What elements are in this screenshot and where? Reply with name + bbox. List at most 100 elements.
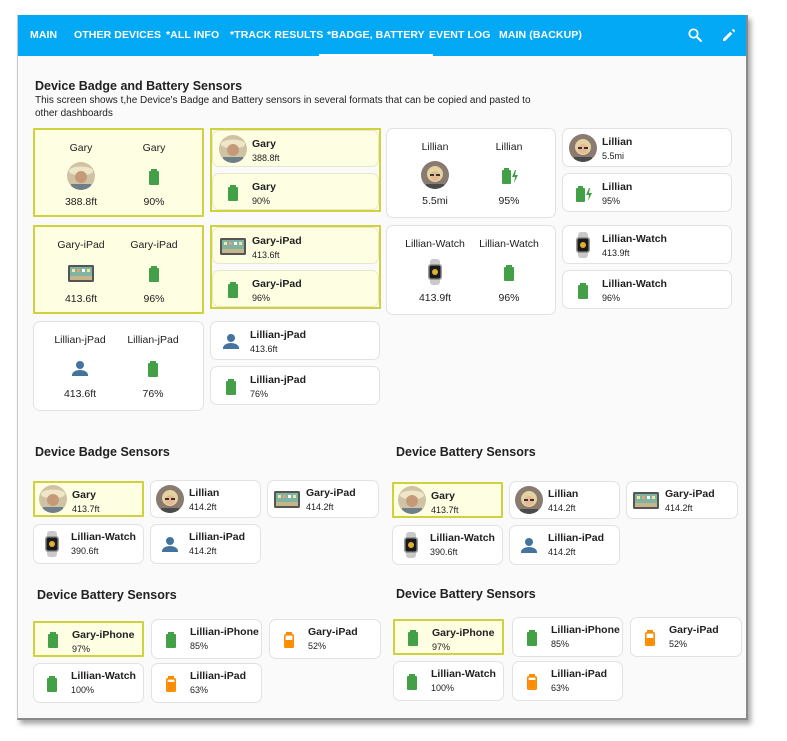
battery-icon — [399, 623, 427, 651]
entity-name: Lillian-Watch — [71, 670, 136, 682]
entity-card-lillian-badge[interactable]: Lillian 5.5mi — [562, 128, 732, 167]
tab-track-results[interactable]: *TRACK RESULTS — [230, 15, 323, 56]
section-title-battery-sensors-top: Device Battery Sensors — [396, 445, 536, 459]
entity-value: 100% — [431, 683, 455, 693]
entity-card-gary-badge[interactable]: Gary 388.8ft — [212, 130, 379, 167]
tab-other-devices[interactable]: OTHER DEVICES — [74, 15, 161, 56]
badge-battery-card-lillian-jpad[interactable]: Lillian-jPad 413.6ft Lillian-jPad 76% — [33, 321, 204, 411]
entity-name: Gary-iPad — [252, 278, 302, 290]
battery-card-lillian-watch[interactable]: Lillian-Watch 100% — [33, 663, 144, 703]
entity-value: 63% — [551, 683, 570, 693]
badge-card-gary-right[interactable]: Gary 413.7ft — [392, 482, 503, 518]
badge-battery-card-gary[interactable]: Gary 388.8ft Gary 90% — [33, 128, 204, 217]
badge-card-lillian-watch-right[interactable]: Lillian-Watch 390.6ft — [392, 525, 503, 565]
battery-low-icon — [518, 667, 546, 695]
entity-card-lillian-jpad-battery[interactable]: Lillian-jPad 76% — [210, 366, 380, 405]
watch-icon — [421, 258, 449, 286]
battery-icon — [219, 178, 247, 206]
ipad-icon — [67, 259, 95, 287]
entity-card-lillian-watch-badge[interactable]: Lillian-Watch 413.9ft — [562, 225, 732, 264]
badge-column: Gary-iPad 413.6ft — [41, 227, 121, 312]
entity-card-gary-ipad-battery[interactable]: Gary-iPad 96% — [212, 270, 379, 307]
entity-value: 96% — [252, 293, 271, 303]
search-icon[interactable] — [686, 26, 704, 44]
battery-card-gary-iphone[interactable]: Gary-iPhone 97% — [33, 621, 144, 657]
entity-value: 5.5mi — [602, 151, 625, 161]
battery-card-lillian-iphone[interactable]: Lillian-iPhone 85% — [151, 619, 262, 659]
battery-value: 90% — [143, 196, 165, 208]
battery-charging-icon — [495, 161, 523, 189]
pencil-icon[interactable] — [720, 26, 738, 44]
badge-column: Gary 388.8ft — [41, 130, 121, 215]
entity-card-gary-ipad-badge[interactable]: Gary-iPad 413.6ft — [212, 227, 379, 264]
watch-icon — [38, 530, 66, 558]
battery-icon — [217, 372, 245, 400]
badge-card-lillian[interactable]: Lillian 414.2ft — [150, 480, 261, 518]
battery-card-lillian-ipad[interactable]: Lillian-iPad 63% — [151, 663, 262, 703]
person-icon — [66, 354, 94, 382]
battery-low-icon — [275, 625, 303, 653]
entity-name: Gary — [72, 489, 96, 501]
entity-name: Lillian-iPad — [190, 670, 247, 682]
entity-name: Lillian — [602, 136, 633, 148]
ipad-icon — [219, 232, 247, 260]
entity-name: Lillian-iPad — [548, 532, 605, 544]
section-title-battery-sensors-right: Device Battery Sensors — [396, 587, 536, 601]
lillian-avatar-icon — [156, 485, 184, 513]
badge-card-gary-ipad-right[interactable]: Gary-iPad 414.2ft — [626, 481, 738, 519]
person-icon — [217, 327, 245, 355]
badge-battery-card-gary-ipad[interactable]: Gary-iPad 413.6ft Gary-iPad 96% — [33, 225, 204, 314]
battery-icon — [140, 259, 168, 287]
badge-battery-card-lillian-watch[interactable]: Lillian-Watch 413.9ft Lillian-Watch 96% — [386, 225, 556, 315]
badge-card-lillian-ipad-right[interactable]: Lillian-iPad 414.2ft — [509, 525, 620, 565]
entity-card-lillian-battery[interactable]: Lillian 95% — [562, 173, 732, 212]
badge-value: 388.8ft — [64, 196, 98, 208]
entity-name: Gary — [252, 181, 276, 193]
tab-main-backup[interactable]: MAIN (BACKUP) — [499, 15, 582, 56]
tab-badge-battery[interactable]: *BADGE, BATTERY — [319, 15, 433, 56]
badge-card-lillian-right[interactable]: Lillian 414.2ft — [509, 481, 620, 519]
battery-card-lillian-watch-right[interactable]: Lillian-Watch 100% — [393, 661, 504, 701]
battery-card-gary-ipad[interactable]: Gary-iPad 52% — [269, 619, 381, 659]
badge-name: Lillian-Watch — [405, 238, 465, 250]
battery-icon — [569, 276, 597, 304]
badge-card-gary-ipad[interactable]: Gary-iPad 414.2ft — [267, 480, 379, 518]
entity-name: Lillian — [602, 181, 633, 193]
entity-name: Lillian-Watch — [430, 532, 495, 544]
entity-value: 388.8ft — [252, 153, 280, 163]
entity-name: Lillian — [189, 487, 220, 499]
entity-card-lillian-jpad-badge[interactable]: Lillian-jPad 413.6ft — [210, 321, 380, 360]
battery-card-gary-iphone-right[interactable]: Gary-iPhone 97% — [393, 619, 504, 655]
tab-all-info[interactable]: *ALL INFO — [166, 15, 219, 56]
badge-name: Gary-iPad — [57, 239, 105, 251]
lillian-avatar-icon — [569, 133, 597, 162]
person-icon — [515, 531, 543, 559]
entity-value: 413.6ft — [252, 250, 280, 260]
section-title-badge-sensors: Device Badge Sensors — [35, 445, 170, 459]
battery-icon — [495, 258, 523, 286]
badge-card-lillian-ipad[interactable]: Lillian-iPad 414.2ft — [150, 524, 261, 564]
battery-card-lillian-iphone-right[interactable]: Lillian-iPhone 85% — [512, 617, 623, 657]
battery-value: 76% — [142, 388, 164, 400]
badge-card-lillian-watch[interactable]: Lillian-Watch 390.6ft — [33, 524, 144, 564]
badge-card-gary[interactable]: Gary 413.7ft — [33, 481, 144, 517]
entity-card-lillian-watch-battery[interactable]: Lillian-Watch 96% — [562, 270, 732, 309]
entity-value: 413.6ft — [250, 344, 278, 354]
entity-name: Gary-iPhone — [432, 627, 495, 639]
entity-value: 52% — [669, 639, 688, 649]
battery-icon — [518, 623, 546, 651]
entity-value: 414.2ft — [665, 503, 693, 513]
battery-card-gary-ipad-right[interactable]: Gary-iPad 52% — [630, 617, 742, 657]
tab-main[interactable]: MAIN — [30, 15, 57, 56]
entity-value: 390.6ft — [430, 547, 458, 557]
entity-name: Lillian-jPad — [250, 329, 307, 341]
entity-card-gary-battery[interactable]: Gary 90% — [212, 173, 379, 210]
entity-name: Gary-iPad — [308, 626, 358, 638]
watch-icon — [397, 531, 425, 559]
battery-icon — [157, 625, 185, 653]
entity-value: 90% — [252, 196, 271, 206]
badge-battery-card-lillian[interactable]: Lillian 5.5mi Lillian 95% — [386, 128, 556, 218]
tab-event-log[interactable]: EVENT LOG — [429, 15, 491, 56]
battery-card-lillian-ipad-right[interactable]: Lillian-iPad 63% — [512, 661, 623, 701]
entity-value: 414.2ft — [189, 546, 217, 556]
